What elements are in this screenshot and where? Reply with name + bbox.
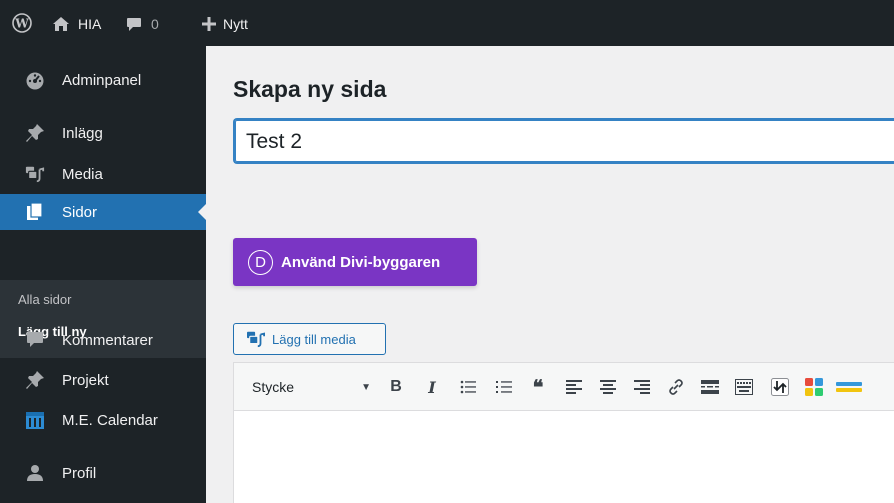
italic-icon[interactable]: I bbox=[420, 375, 444, 399]
sidebar-item-label: Adminpanel bbox=[62, 71, 142, 89]
admin-bar: W HIA 0 Nytt bbox=[0, 0, 894, 46]
sidebar-item-media[interactable]: Media bbox=[0, 156, 206, 192]
dashboard-icon bbox=[25, 70, 45, 90]
home-icon bbox=[52, 16, 70, 32]
blockquote-icon[interactable]: ❝ bbox=[526, 375, 550, 399]
bullet-list-icon[interactable] bbox=[456, 375, 480, 399]
page-title-input[interactable]: Test 2 bbox=[233, 118, 894, 164]
sidebar-item-kommentarer[interactable]: Kommentarer bbox=[0, 322, 206, 358]
format-select-value: Stycke bbox=[252, 379, 295, 395]
divi-builder-button[interactable]: D Använd Divi-byggaren bbox=[233, 238, 477, 286]
divi-logo-icon: D bbox=[248, 249, 273, 275]
add-media-button[interactable]: Lägg till media bbox=[233, 323, 386, 355]
site-name-link[interactable]: HIA bbox=[52, 14, 101, 34]
comment-icon bbox=[25, 330, 45, 350]
toolbar-toggle-icon[interactable] bbox=[732, 375, 756, 399]
pin-icon bbox=[25, 123, 45, 143]
admin-sidebar: Adminpanel Inlägg Media Sidor Alla sidor… bbox=[0, 46, 206, 503]
site-name: HIA bbox=[78, 16, 102, 32]
read-more-icon[interactable] bbox=[698, 375, 722, 399]
new-content-link[interactable]: Nytt bbox=[202, 14, 248, 34]
comment-bubble-icon bbox=[126, 17, 142, 32]
main-content: Skapa ny sida Test 2 D Använd Divi-bygga… bbox=[206, 46, 894, 503]
sidebar-item-label: Sidor bbox=[62, 203, 98, 221]
sidebar-item-profil[interactable]: Profil bbox=[0, 455, 206, 491]
divi-button-label: Använd Divi-byggaren bbox=[281, 253, 441, 271]
submenu-item-alla-sidor[interactable]: Alla sidor bbox=[18, 292, 71, 307]
sidebar-item-label: Media bbox=[62, 165, 103, 183]
divi-color-icon[interactable] bbox=[832, 375, 862, 399]
editor-toolbar: Stycke ▼ B I ❝ bbox=[234, 363, 894, 411]
align-center-icon[interactable] bbox=[596, 375, 620, 399]
user-icon bbox=[25, 463, 45, 483]
chevron-down-icon: ▼ bbox=[361, 381, 371, 393]
link-icon[interactable] bbox=[664, 375, 688, 399]
sidebar-item-label: Kommentarer bbox=[62, 331, 153, 349]
pages-icon bbox=[25, 202, 45, 222]
classic-editor: Stycke ▼ B I ❝ bbox=[233, 362, 894, 503]
numbered-list-icon[interactable] bbox=[492, 375, 516, 399]
sidebar-item-sidor[interactable]: Sidor bbox=[0, 194, 206, 230]
sidebar-item-label: Inlägg bbox=[62, 124, 103, 142]
divi-layout-icon[interactable] bbox=[802, 375, 826, 399]
sidebar-item-me-calendar[interactable]: M.E. Calendar bbox=[0, 402, 206, 438]
sidebar-item-projekt[interactable]: Projekt bbox=[0, 362, 206, 398]
align-left-icon[interactable] bbox=[562, 375, 586, 399]
calendar-icon bbox=[25, 410, 45, 430]
new-label: Nytt bbox=[223, 16, 248, 32]
divi-shortcode-icon[interactable] bbox=[768, 375, 792, 399]
media-icon bbox=[25, 164, 45, 184]
plus-icon bbox=[202, 17, 216, 31]
sidebar-item-label: Projekt bbox=[62, 371, 109, 389]
svg-text:W: W bbox=[14, 17, 29, 31]
comments-link[interactable]: 0 bbox=[126, 14, 159, 34]
add-media-label: Lägg till media bbox=[272, 331, 356, 347]
comment-count: 0 bbox=[151, 16, 159, 32]
bold-icon[interactable]: B bbox=[384, 375, 408, 399]
sidebar-item-adminpanel[interactable]: Adminpanel bbox=[0, 62, 206, 98]
align-right-icon[interactable] bbox=[630, 375, 654, 399]
pin-icon bbox=[25, 370, 45, 390]
sidebar-item-label: M.E. Calendar bbox=[62, 411, 158, 429]
format-select[interactable]: Stycke ▼ bbox=[242, 373, 377, 401]
sidebar-item-label: Profil bbox=[62, 464, 97, 482]
wordpress-logo-icon[interactable]: W bbox=[12, 13, 32, 33]
media-icon bbox=[246, 330, 266, 348]
sidebar-item-inlagg[interactable]: Inlägg bbox=[0, 115, 206, 151]
page-title: Skapa ny sida bbox=[233, 76, 387, 102]
